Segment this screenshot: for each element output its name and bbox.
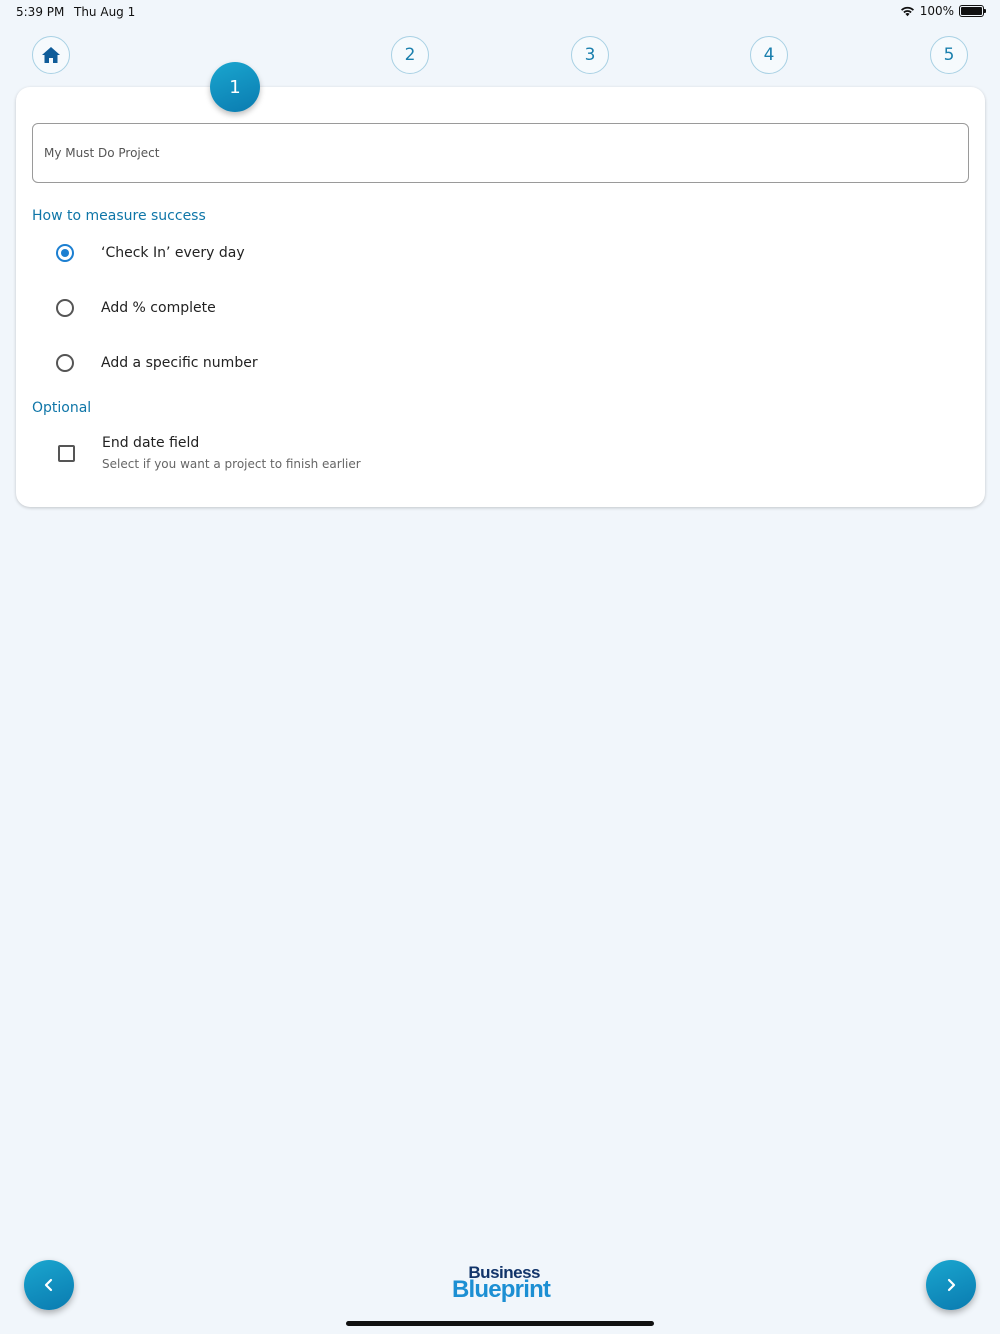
project-name-input[interactable] <box>32 123 969 183</box>
wifi-icon <box>900 6 914 17</box>
option-label: Add a specific number <box>101 355 258 371</box>
status-time: 5:39 PM <box>16 5 65 19</box>
chevron-right-icon <box>947 1278 956 1292</box>
step-2-button[interactable]: 2 <box>391 36 429 74</box>
next-button[interactable] <box>926 1260 976 1310</box>
home-icon <box>42 47 60 63</box>
back-button[interactable] <box>24 1260 74 1310</box>
radio-unselected[interactable] <box>56 299 74 317</box>
step-1-active-indicator[interactable]: 1 <box>210 62 260 112</box>
business-blueprint-logo: Business Blueprint <box>450 1263 551 1305</box>
battery-icon <box>959 5 986 17</box>
end-date-label: End date field <box>102 435 200 451</box>
chevron-left-icon <box>44 1278 53 1292</box>
step-4-button[interactable]: 4 <box>750 36 788 74</box>
option-label: Add % complete <box>101 300 216 316</box>
radio-selected[interactable] <box>56 244 74 262</box>
step-5-button[interactable]: 5 <box>930 36 968 74</box>
end-date-description: Select if you want a project to finish e… <box>102 457 361 471</box>
status-bar: 5:39 PM Thu Aug 1 100% <box>0 0 1000 24</box>
logo-line-blueprint: Blueprint <box>452 1276 551 1303</box>
option-label: ‘Check In’ every day <box>101 245 245 261</box>
radio-unselected[interactable] <box>56 354 74 372</box>
option-specific-number[interactable]: Add a specific number <box>56 351 258 375</box>
status-date: Thu Aug 1 <box>74 5 136 19</box>
home-button[interactable] <box>32 36 70 74</box>
step-3-button[interactable]: 3 <box>571 36 609 74</box>
optional-heading: Optional <box>32 400 92 416</box>
option-percent-complete[interactable]: Add % complete <box>56 296 216 320</box>
battery-percent: 100% <box>919 4 954 18</box>
option-check-in-daily[interactable]: ‘Check In’ every day <box>56 241 245 265</box>
measure-success-heading: How to measure success <box>32 208 206 224</box>
end-date-checkbox[interactable] <box>58 445 75 462</box>
home-indicator-bar[interactable] <box>346 1321 654 1326</box>
project-setup-card: How to measure success ‘Check In’ every … <box>16 87 985 507</box>
status-indicators: 100% <box>900 4 986 18</box>
